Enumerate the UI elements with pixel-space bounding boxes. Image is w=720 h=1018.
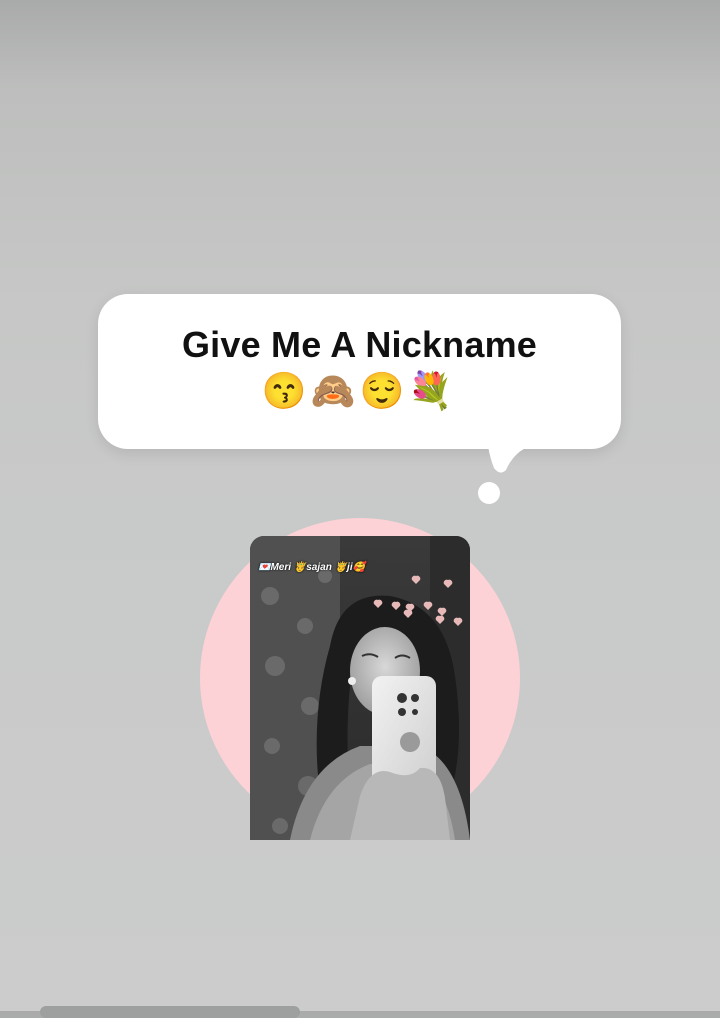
question-emojis: 😙🙈😌💐 [261,370,458,411]
bubble-dot-icon [478,482,500,504]
photo-caption: 💌Meri 🤴sajan 🤴ji🥰 [258,562,366,573]
bubble-tail-icon [488,446,530,473]
bottom-sheet-handle[interactable] [40,1006,300,1018]
photo-image [250,536,470,840]
avatar-photo[interactable]: 💌Meri 🤴sajan 🤴ji🥰 [250,536,470,840]
question-title: Give Me A Nickname [181,324,538,365]
question-sticker[interactable]: Give Me A Nickname 😙🙈😌💐 [98,294,621,449]
